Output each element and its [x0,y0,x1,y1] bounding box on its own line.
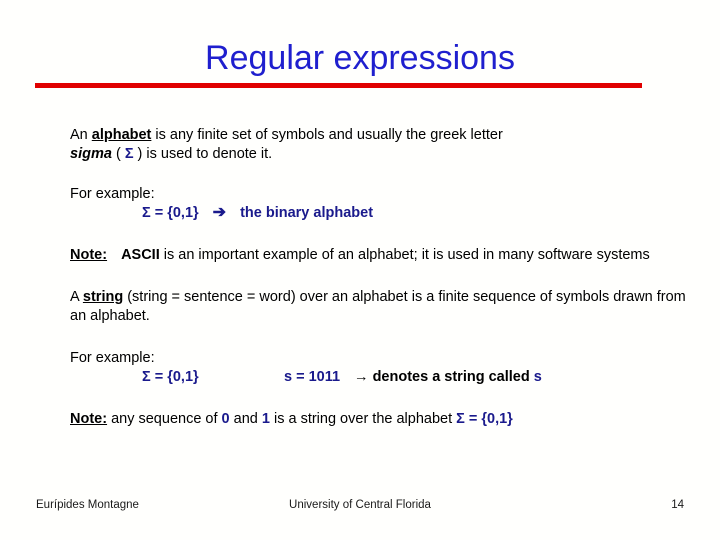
paragraph-example-string: For example: [70,349,698,368]
p6-sigma-definition: Σ = {0,1} [456,411,513,427]
title-underline-rule [35,83,642,88]
p2-label: For example: [70,186,155,202]
paragraph-example-binary-alphabet-line: Σ = {0,1} ➔ the binary alphabet [70,204,698,223]
p1-paren-close: ) [133,146,147,162]
page-title: Regular expressions [205,39,515,77]
p6-text-3: is a string over the alphabet [269,411,457,427]
p6-text-2: and [229,411,262,427]
p2-sigma-definition: Σ = {0,1} [142,205,199,221]
p6-symbol-one: 1 [261,411,270,427]
p4-term-string: string [82,289,124,305]
p3-note-text: is an important example of an alphabet; … [159,247,650,263]
p1-middle-text: is any finite set of symbols and usually… [151,127,503,143]
p3-ascii-term: ASCII [121,247,160,263]
p5-sigma-definition: Σ = {0,1} [142,369,199,385]
p6-note-label: Note: [70,411,108,427]
paragraph-alphabet-definition: An alphabet is any finite set of symbols… [70,126,698,164]
footer-page-number: 14 [671,499,684,511]
paragraph-example-string-line: Σ = {0,1} s = 1011 → denotes a string call… [70,368,698,387]
arrow-right-icon: ➔ [212,204,227,221]
paragraph-note-ascii: Note: ASCII is an important example of an… [70,246,698,265]
paragraph-note-sequence: Note: any sequence of 0 and 1 is a strin… [70,410,698,429]
slide-title-area: Regular expressions [0,38,720,78]
footer-institution: University of Central Florida [289,499,431,511]
p5-denotes-text: denotes a string called [368,369,534,385]
paragraph-example-binary-alphabet: For example: [70,185,698,204]
p1-lead-text: An [70,127,92,143]
p3-note-label: Note: [70,247,108,263]
p5-label: For example: [70,350,155,366]
p4-lead-text: A [70,289,83,305]
p1-sigma-symbol: Σ [124,146,134,162]
p1-term-alphabet: alphabet [91,127,152,143]
p1-tail-text: is used to denote it. [146,146,273,162]
arrow-right-thin-icon: → [354,369,369,385]
p5-string-definition: s = 1011 [284,369,341,385]
p1-term-sigma: sigma [70,146,112,162]
p6-symbol-zero: 0 [221,411,230,427]
slide-body: An alphabet is any finite set of symbols… [70,126,698,429]
p5-string-name: s [533,369,542,385]
p6-text-1: any sequence of [107,411,222,427]
p4-tail-text: (string = sentence = word) over an alpha… [70,289,686,324]
p1-paren-open: ( [111,146,125,162]
slide-canvas: { "slide": { "title": "Regular expressio… [0,0,720,540]
paragraph-string-definition: A string (string = sentence = word) over… [70,288,698,326]
p2-result-text: the binary alphabet [240,205,374,221]
slide-footer: Eurípides Montagne University of Central… [36,495,684,515]
